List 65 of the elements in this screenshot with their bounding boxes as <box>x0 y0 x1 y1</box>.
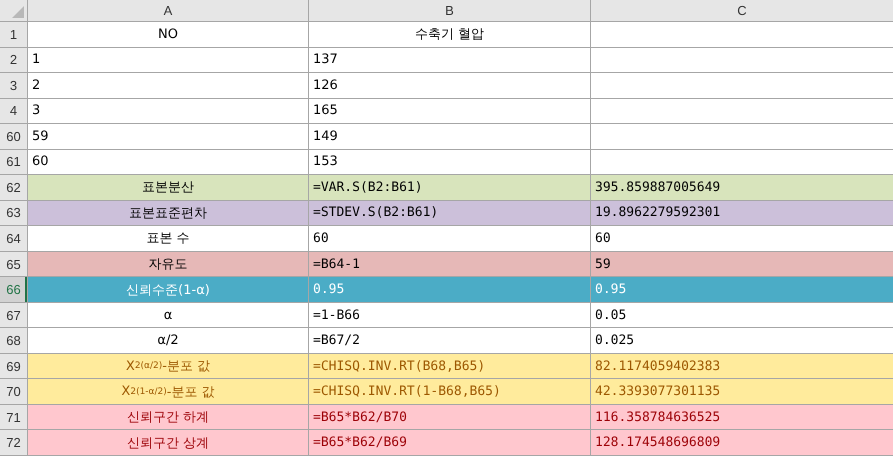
table-cell: =CHISQ.INV.RT(B68,B65) <box>309 354 590 378</box>
table-cell: 0.05 <box>591 302 893 328</box>
table-cell: 153 <box>309 150 590 174</box>
table-cell: 60 <box>309 226 590 251</box>
select-all-button[interactable] <box>0 0 27 21</box>
table-cell: 표본 수 <box>28 226 308 251</box>
table-cell: NO <box>28 22 308 47</box>
row-header[interactable]: 71 <box>0 404 27 430</box>
row-header[interactable]: 2 <box>0 48 27 72</box>
row-header[interactable]: 62 <box>0 175 27 200</box>
row-header[interactable]: 68 <box>0 328 27 353</box>
table-cell: 137 <box>309 48 590 72</box>
table-cell: =STDEV.S(B2:B61) <box>309 200 590 226</box>
table-cell: 1 <box>28 48 308 72</box>
table-cell: 59 <box>28 124 308 149</box>
row-header[interactable]: 69 <box>0 354 27 378</box>
table-cell: 2 <box>28 73 308 98</box>
table-cell: =CHISQ.INV.RT(1-B68,B65) <box>309 379 590 404</box>
table-cell: α <box>28 302 308 328</box>
table-cell: 42.3393077301135 <box>591 379 893 404</box>
triangle-icon <box>12 6 24 18</box>
row-header[interactable]: 63 <box>0 200 27 226</box>
table-cell: 표본표준편차 <box>28 200 308 226</box>
table-cell: 0.025 <box>591 328 893 353</box>
table-cell: 3 <box>28 98 308 124</box>
row-header[interactable]: 66 <box>0 277 27 302</box>
table-cell: 자유도 <box>28 252 308 276</box>
table-cell: =VAR.S(B2:B61) <box>309 175 590 200</box>
table-cell: 165 <box>309 98 590 124</box>
column-header[interactable]: C <box>591 0 893 21</box>
table-cell: 128.174548696809 <box>591 430 893 455</box>
table-cell: 0.95 <box>591 277 893 302</box>
table-cell: =B64-1 <box>309 252 590 276</box>
table-cell: 표본분산 <box>28 175 308 200</box>
table-cell: =1-B66 <box>309 302 590 328</box>
table-cell: 60 <box>28 150 308 174</box>
row-header[interactable]: 65 <box>0 252 27 276</box>
table-cell: 60 <box>591 226 893 251</box>
table-cell: 126 <box>309 73 590 98</box>
table-cell: 149 <box>309 124 590 149</box>
row-header[interactable]: 72 <box>0 430 27 455</box>
table-cell: 신뢰수준(1-α) <box>28 277 308 302</box>
column-header[interactable]: B <box>309 0 590 21</box>
row-header[interactable]: 60 <box>0 124 27 149</box>
table-cell: 82.1174059402383 <box>591 354 893 378</box>
table-cell: 59 <box>591 252 893 276</box>
row-header[interactable]: 4 <box>0 98 27 124</box>
table-cell: =B65*B62/B70 <box>309 404 590 430</box>
table-cell: 19.8962279592301 <box>591 200 893 226</box>
row-header[interactable]: 61 <box>0 150 27 174</box>
table-cell: 수축기 혈압 <box>309 22 590 47</box>
table-cell: α/2 <box>28 328 308 353</box>
table-cell: =B67/2 <box>309 328 590 353</box>
row-header[interactable]: 1 <box>0 22 27 47</box>
table-cell: =B65*B62/B69 <box>309 430 590 455</box>
row-header[interactable]: 3 <box>0 73 27 98</box>
row-header[interactable]: 70 <box>0 379 27 404</box>
column-header[interactable]: A <box>28 0 308 21</box>
row-header[interactable]: 67 <box>0 302 27 328</box>
table-cell: 0.95 <box>309 277 590 302</box>
row-header[interactable]: 64 <box>0 226 27 251</box>
table-cell: 신뢰구간 하계 <box>28 404 308 430</box>
table-cell: 신뢰구간 상계 <box>28 430 308 455</box>
table-cell: 395.859887005649 <box>591 175 893 200</box>
table-cell: 116.358784636525 <box>591 404 893 430</box>
